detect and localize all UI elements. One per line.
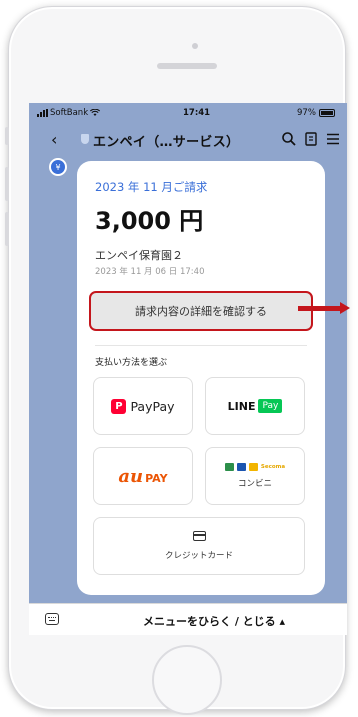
carrier-name: SoftBank — [50, 108, 89, 118]
credit-card-label: クレジットカード — [164, 551, 233, 561]
convenience-logos: Secoma — [224, 463, 286, 471]
battery-percent: 97% — [297, 108, 316, 118]
paypay-label: PayPay — [130, 398, 175, 414]
chat-header: ‹ エンペイ（…サービス） — [29, 125, 347, 153]
au-label: au — [118, 465, 144, 487]
phone-camera — [192, 43, 198, 49]
phone-volume-down — [5, 212, 9, 246]
status-right: 97% — [297, 108, 335, 118]
menu-icon[interactable] — [325, 131, 341, 147]
phone-side-button — [5, 127, 9, 145]
ministop-icon — [248, 463, 258, 471]
invoice-payee: エンペイ保育園２ — [95, 249, 183, 262]
status-time: 17:41 — [183, 108, 211, 118]
phone-frame: SoftBank 17:41 97% ‹ エンペイ（…サービス） ¥ 2023 … — [5, 6, 347, 715]
chat-title[interactable]: エンペイ（…サービス） — [93, 131, 239, 150]
secoma-label: Secoma — [260, 464, 286, 470]
line-label: LINE — [227, 399, 256, 413]
phone-speaker — [157, 63, 217, 69]
paypay-icon: P — [111, 398, 127, 414]
wifi-icon — [90, 109, 101, 116]
status-bar: SoftBank 17:41 97% — [29, 103, 347, 125]
yen-icon[interactable]: ¥ — [49, 158, 67, 176]
divider — [95, 345, 307, 346]
au-pay-logo: au PAY — [118, 466, 167, 487]
paypay-button[interactable]: P PayPay — [93, 377, 193, 435]
line-pay-logo: LINE Pay — [228, 399, 283, 413]
invoice-heading: 2023 年 11 月ご請求 — [95, 180, 208, 194]
status-left: SoftBank — [37, 108, 101, 118]
familymart-icon — [224, 463, 234, 471]
phone-screen: SoftBank 17:41 97% ‹ エンペイ（…サービス） ¥ 2023 … — [29, 103, 347, 635]
battery-icon — [318, 109, 335, 117]
au-pay-button[interactable]: au PAY — [93, 447, 193, 505]
phone-volume-up — [5, 167, 9, 201]
highlight-arrow — [298, 306, 342, 311]
credit-card-icon — [192, 531, 206, 541]
verified-shield-icon — [81, 134, 89, 144]
chevron-left-icon[interactable]: ‹ — [51, 130, 57, 149]
rich-menu-bar[interactable]: メニューをひらく / とじる ▴ — [29, 603, 347, 635]
invoice-message-card: 2023 年 11 月ご請求 3,000 円 エンペイ保育園２ 2023 年 1… — [77, 161, 325, 595]
invoice-amount: 3,000 円 — [95, 207, 204, 235]
line-pay-button[interactable]: LINE Pay — [205, 377, 305, 435]
notes-icon[interactable] — [303, 131, 319, 147]
menu-toggle-label[interactable]: メニューをひらく / とじる ▴ — [143, 613, 285, 629]
au-pay-label: PAY — [145, 471, 168, 485]
credit-card-button[interactable]: クレジットカード — [93, 517, 305, 575]
arrow-right-icon — [340, 302, 350, 314]
lawson-icon — [236, 463, 246, 471]
paypay-logo: P PayPay — [111, 398, 175, 414]
line-pay-label: Pay — [258, 399, 283, 413]
home-button[interactable] — [152, 645, 222, 715]
view-details-button[interactable]: 請求内容の詳細を確認する — [89, 291, 313, 331]
convenience-label: コンビニ — [237, 479, 272, 489]
search-icon[interactable] — [281, 131, 297, 147]
convenience-store-button[interactable]: Secoma コンビニ — [205, 447, 305, 505]
payment-method-heading: 支払い方法を選ぶ — [95, 358, 168, 368]
signal-icon — [37, 109, 48, 117]
keyboard-icon[interactable] — [45, 613, 59, 625]
invoice-date: 2023 年 11 月 06 日 17:40 — [95, 267, 205, 277]
